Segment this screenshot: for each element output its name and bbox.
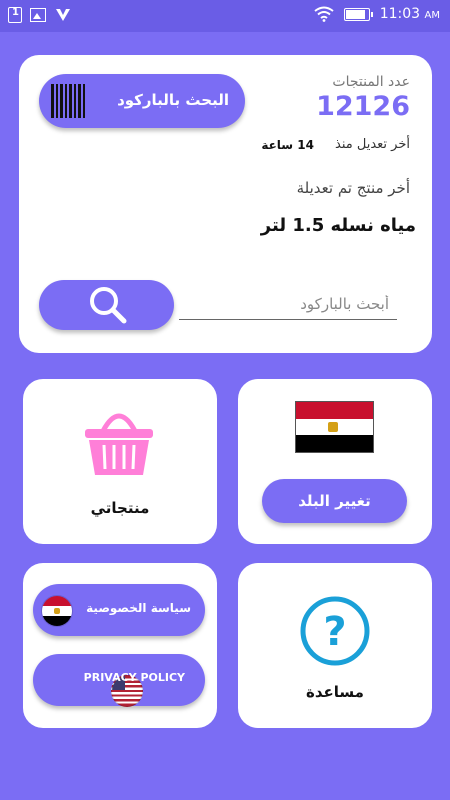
privacy-policy-arabic-button[interactable]: سياسة الخصوصية <box>33 584 205 636</box>
barcode-search-input[interactable] <box>179 288 397 320</box>
egypt-flag-icon <box>41 595 73 627</box>
search-button[interactable] <box>39 280 174 330</box>
last-modified-label: أخر تعديل منذ <box>335 137 410 152</box>
last-product-label: أخر منتج تم تعديلة <box>296 179 410 197</box>
help-label: مساعدة <box>306 683 364 701</box>
barcode-search-button[interactable]: البحث بالباركود <box>39 74 245 128</box>
barcode-icon <box>51 84 85 118</box>
svg-text:?: ? <box>323 609 346 655</box>
search-icon <box>89 287 126 324</box>
product-count-label: عدد المنتجات <box>332 74 410 90</box>
my-products-tile[interactable]: منتجاتي <box>23 379 217 544</box>
privacy-policy-english-button[interactable]: PRIVACY POLICY <box>33 654 205 707</box>
change-country-tile: تغيير البلد <box>238 379 432 544</box>
product-count: 12126 <box>316 91 410 122</box>
wifi-icon <box>314 6 334 22</box>
sim-notification-icon <box>8 7 22 23</box>
help-icon: ? <box>300 596 370 666</box>
my-products-label: منتجاتي <box>90 499 150 517</box>
basket-icon <box>85 413 153 475</box>
image-notification-icon <box>30 8 46 22</box>
summary-card: البحث بالباركود عدد المنتجات 12126 أخر ت… <box>19 55 432 353</box>
last-product-name: مياه نسله 1.5 لتر <box>260 215 416 236</box>
egypt-flag-icon <box>295 401 374 453</box>
privacy-policy-arabic-label: سياسة الخصوصية <box>86 601 191 615</box>
status-bar: 11:03 AM <box>0 0 450 32</box>
app-notification-icon <box>56 9 70 21</box>
battery-icon <box>343 7 373 21</box>
clock: 11:03 AM <box>379 6 440 22</box>
barcode-search-label: البحث بالباركود <box>117 91 229 109</box>
last-modified-value: 14 ساعة <box>261 138 314 152</box>
privacy-policy-tile: سياسة الخصوصية PRIVACY POLICY <box>23 563 217 728</box>
help-tile[interactable]: ? مساعدة <box>238 563 432 728</box>
privacy-policy-english-label: PRIVACY POLICY <box>83 671 185 684</box>
change-country-button[interactable]: تغيير البلد <box>262 479 407 523</box>
